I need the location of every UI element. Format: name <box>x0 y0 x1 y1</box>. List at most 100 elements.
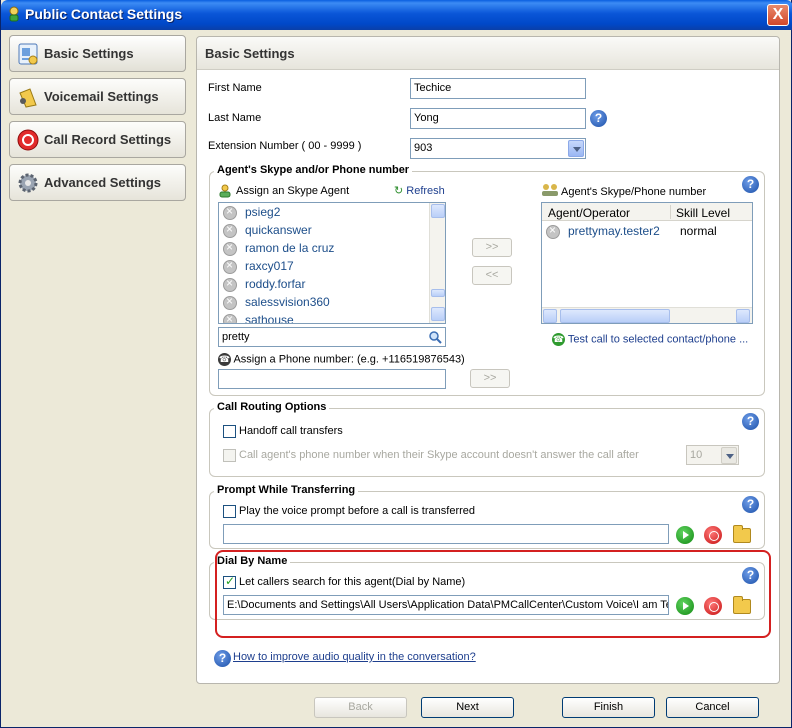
offline-user-icon <box>546 223 560 239</box>
window-title: Public Contact Settings <box>25 6 183 22</box>
scroll-thumb[interactable] <box>431 289 445 297</box>
help-icon[interactable]: ? <box>214 650 231 667</box>
assign-phone-label: Assign a Phone number: (e.g. +1165198765… <box>233 353 465 366</box>
voicemail-icon <box>19 88 37 108</box>
phone-icon: ☎ <box>218 353 231 366</box>
assigned-agents-table[interactable]: Agent/Operator Skill Level prettymay.tes… <box>541 202 753 324</box>
offline-user-icon <box>223 294 237 310</box>
back-button[interactable]: Back <box>314 697 407 718</box>
nav-basic-settings[interactable]: Basic Settings <box>9 35 186 72</box>
first-name-label: First Name <box>208 82 262 94</box>
scroll-up-button[interactable] <box>431 204 445 218</box>
nav-voicemail-settings[interactable]: Voicemail Settings <box>9 78 186 115</box>
record-icon[interactable] <box>704 526 722 544</box>
panel-header: Basic Settings <box>197 37 779 70</box>
refresh-label: Refresh <box>406 185 445 197</box>
assigned-agents-label: Agent's Skype/Phone number <box>561 186 707 198</box>
timeout-value: 10 <box>690 449 703 461</box>
column-divider <box>670 205 671 219</box>
agents-group: Agent's Skype and/or Phone number ? Assi… <box>209 164 765 396</box>
cancel-button[interactable]: Cancel <box>666 697 759 718</box>
extension-select[interactable]: 903 <box>410 138 586 159</box>
highlight-annotation <box>215 550 771 638</box>
skype-user-icon <box>219 184 231 198</box>
last-name-label: Last Name <box>208 112 262 124</box>
nav-label: Advanced Settings <box>44 175 162 190</box>
play-prompt-label: Play the voice prompt before a call is t… <box>239 505 476 517</box>
chevron-down-icon[interactable] <box>568 140 584 157</box>
prompt-group: Prompt While Transferring ? Play the voi… <box>209 484 765 549</box>
open-folder-icon[interactable] <box>733 525 751 543</box>
gear-icon <box>18 173 38 193</box>
remove-agent-button[interactable]: << <box>472 266 512 285</box>
dialog-window: Public Contact Settings X Basic Settings… <box>0 0 792 728</box>
offline-user-icon <box>223 222 237 238</box>
refresh-button[interactable]: ↻ Refresh <box>394 184 445 197</box>
first-name-input[interactable]: Techice <box>410 78 586 99</box>
nav-label: Basic Settings <box>44 46 134 61</box>
prompt-group-title: Prompt While Transferring <box>214 484 359 496</box>
record-icon <box>17 129 39 151</box>
agent-search-value: pretty <box>222 331 250 343</box>
phone-number-input[interactable] <box>218 369 446 389</box>
prompt-file-input[interactable] <box>223 524 669 544</box>
scroll-thumb[interactable] <box>560 309 670 323</box>
test-call-label: Test call to selected contact/phone ... <box>567 333 749 346</box>
assign-phone-row: ☎ Assign a Phone number: (e.g. +11651987… <box>218 353 465 366</box>
offline-user-icon <box>223 276 237 292</box>
handoff-label: Handoff call transfers <box>239 425 343 437</box>
play-prompt-checkbox[interactable] <box>223 505 236 518</box>
list-scrollbar[interactable] <box>429 203 445 323</box>
panel-title: Basic Settings <box>205 46 295 61</box>
skype-agent-list[interactable]: psieg2 quickanswer ramon de la cruz raxc… <box>218 202 446 324</box>
timeout-label: Call agent's phone number when their Sky… <box>239 449 639 461</box>
handoff-checkbox[interactable] <box>223 425 236 438</box>
offline-user-icon <box>223 258 237 274</box>
help-icon[interactable]: ? <box>742 176 759 193</box>
table-row[interactable]: prettymay.tester2 normal <box>546 223 752 241</box>
phone-call-icon: ☎ <box>552 333 565 346</box>
scroll-left-button[interactable] <box>543 309 557 323</box>
next-button[interactable]: Next <box>421 697 514 718</box>
nav-label: Call Record Settings <box>44 132 172 147</box>
table-header: Agent/Operator Skill Level <box>542 203 752 221</box>
close-button[interactable]: X <box>767 4 789 26</box>
timeout-select[interactable]: 10 <box>686 445 739 465</box>
agents-group-title: Agent's Skype and/or Phone number <box>214 164 413 176</box>
help-icon[interactable]: ? <box>590 110 607 127</box>
extension-label: Extension Number ( 00 - 9999 ) <box>208 140 362 152</box>
offline-user-icon <box>223 240 237 256</box>
refresh-icon: ↻ <box>394 185 404 197</box>
settings-page-icon <box>18 43 38 65</box>
search-icon[interactable] <box>428 330 442 344</box>
help-icon[interactable]: ? <box>742 496 759 513</box>
audio-quality-help-link[interactable]: How to improve audio quality in the conv… <box>233 651 476 663</box>
call-routing-group-title: Call Routing Options <box>214 401 330 413</box>
extension-value: 903 <box>414 142 433 154</box>
column-header-skill[interactable]: Skill Level <box>676 206 730 220</box>
nav-label: Voicemail Settings <box>44 89 159 104</box>
finish-button[interactable]: Finish <box>562 697 655 718</box>
test-call-link[interactable]: ☎ Test call to selected contact/phone ..… <box>552 333 748 346</box>
title-bar[interactable]: Public Contact Settings X <box>1 0 792 30</box>
agent-search-input[interactable]: pretty <box>218 327 446 347</box>
nav-call-record-settings[interactable]: Call Record Settings <box>9 121 186 158</box>
agents-group-icon <box>542 184 558 196</box>
chevron-down-icon[interactable] <box>721 447 737 464</box>
column-header-agent[interactable]: Agent/Operator <box>548 206 630 220</box>
table-hscrollbar[interactable] <box>542 307 752 323</box>
scroll-down-button[interactable] <box>431 307 445 321</box>
play-icon[interactable] <box>676 526 694 544</box>
assign-skype-label: Assign an Skype Agent <box>236 185 350 197</box>
scroll-right-button[interactable] <box>736 309 750 323</box>
call-routing-group: Call Routing Options ? Handoff call tran… <box>209 401 765 477</box>
nav-advanced-settings[interactable]: Advanced Settings <box>9 164 186 201</box>
app-icon <box>9 6 19 22</box>
last-name-input[interactable]: Yong <box>410 108 586 129</box>
add-phone-button[interactable]: >> <box>470 369 510 388</box>
timeout-checkbox[interactable] <box>223 449 236 462</box>
offline-user-icon <box>223 204 237 220</box>
help-icon[interactable]: ? <box>742 413 759 430</box>
add-agent-button[interactable]: >> <box>472 238 512 257</box>
offline-user-icon <box>223 312 237 323</box>
